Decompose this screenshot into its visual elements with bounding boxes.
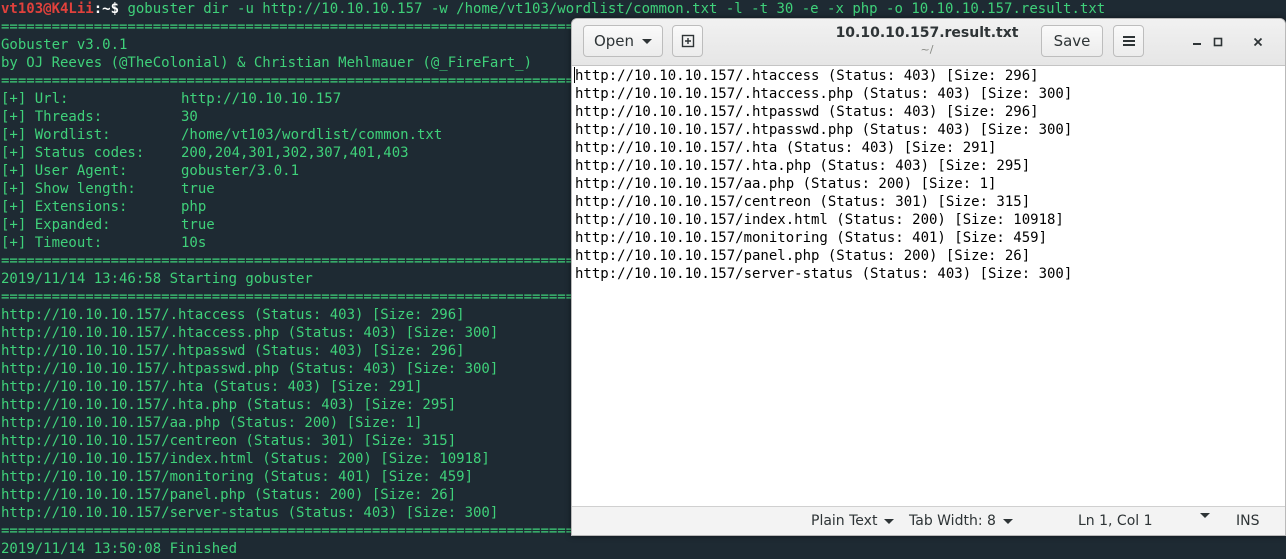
config-value: 30 — [181, 109, 198, 125]
config-value: 200,204,301,302,307,401,403 — [181, 145, 409, 161]
gedit-window[interactable]: Open 10.10.10.157.result.txt ~/ Save htt… — [571, 18, 1286, 536]
editor-line: http://10.10.10.157/server-status (Statu… — [575, 266, 1073, 282]
config-key: [+] Url: — [1, 91, 69, 107]
config-line: [+] Url: http://10.10.10.157 — [1, 90, 341, 108]
document-title: 10.10.10.157.result.txt — [835, 25, 1019, 41]
status-bar: Plain Text Tab Width: 8 Ln 1, Col 1 INS — [572, 506, 1285, 535]
result-line: http://10.10.10.157/.htpasswd.php (Statu… — [1, 361, 499, 377]
result-line: http://10.10.10.157/server-status (Statu… — [1, 505, 499, 521]
open-button[interactable]: Open — [583, 25, 663, 57]
open-label: Open — [593, 32, 635, 50]
language-label: Plain Text — [811, 513, 878, 529]
close-button[interactable] — [1248, 32, 1268, 52]
tab-width-selector[interactable]: Tab Width: 8 — [909, 513, 1013, 529]
maximize-icon — [1213, 37, 1223, 47]
minimize-button[interactable] — [1187, 32, 1207, 52]
editor-line: http://10.10.10.157/.htpasswd.php (Statu… — [575, 122, 1073, 138]
prompt-user: vt103@K4Lii — [1, 1, 94, 17]
prompt-line: vt103@K4Lii:~$ gobuster dir -u http://10… — [1, 0, 1105, 18]
result-line: http://10.10.10.157/index.html (Status: … — [1, 451, 490, 467]
config-value: http://10.10.10.157 — [181, 91, 342, 107]
result-line: http://10.10.10.157/monitoring (Status: … — [1, 469, 474, 485]
prompt-command: gobuster dir -u http://10.10.10.157 -w /… — [119, 1, 1106, 17]
result-line: http://10.10.10.157/aa.php (Status: 200)… — [1, 415, 423, 431]
result-line: http://10.10.10.157/.hta (Status: 403) [… — [1, 379, 423, 395]
config-line: [+] Show length: true — [1, 180, 215, 198]
close-icon — [1253, 37, 1263, 47]
editor-line: http://10.10.10.157/.hta.php (Status: 40… — [575, 158, 1031, 174]
config-value: /home/vt103/wordlist/common.txt — [181, 127, 443, 143]
save-button[interactable]: Save — [1041, 25, 1103, 57]
result-line: http://10.10.10.157/.htaccess.php (Statu… — [1, 325, 499, 341]
hamburger-menu-icon — [1122, 36, 1135, 46]
config-key: [+] User Agent: — [1, 163, 128, 179]
window-title-area: 10.10.10.157.result.txt ~/ — [782, 25, 1072, 56]
document-path: ~/ — [920, 43, 934, 56]
editor-line: http://10.10.10.157/.htpasswd (Status: 4… — [575, 104, 1039, 120]
config-key: [+] Wordlist: — [1, 127, 111, 143]
result-line: http://10.10.10.157/.htaccess (Status: 4… — [1, 307, 465, 323]
editor-line: http://10.10.10.157/centreon (Status: 30… — [575, 194, 1031, 210]
chevron-down-icon — [1200, 513, 1210, 518]
header-bar: Open 10.10.10.157.result.txt ~/ Save — [572, 19, 1285, 66]
config-line: [+] Wordlist: /home/vt103/wordlist/common… — [1, 126, 442, 144]
maximize-button[interactable] — [1208, 32, 1228, 52]
config-line: [+] Timeout: 10s — [1, 234, 206, 252]
config-key: [+] Extensions: — [1, 199, 128, 215]
chevron-down-icon — [1002, 518, 1013, 524]
editor-line: http://10.10.10.157/index.html (Status: … — [575, 212, 1064, 228]
insert-mode-indicator[interactable]: INS — [1236, 513, 1260, 529]
config-line: [+] Expanded: true — [1, 216, 215, 234]
result-line: http://10.10.10.157/panel.php (Status: 2… — [1, 487, 457, 503]
editor-line: http://10.10.10.157/panel.php (Status: 2… — [575, 248, 1031, 264]
cursor-position[interactable]: Ln 1, Col 1 — [1078, 513, 1153, 529]
start-line: 2019/11/14 13:46:58 Starting gobuster — [1, 271, 313, 287]
editor-line: http://10.10.10.157/monitoring (Status: … — [575, 230, 1048, 246]
config-value: gobuster/3.0.1 — [181, 163, 300, 179]
banner-line: Gobuster v3.0.1 — [1, 37, 128, 53]
editor-line: http://10.10.10.157/.hta (Status: 403) [… — [575, 140, 997, 156]
prompt-path: :~$ — [93, 1, 120, 17]
new-document-button[interactable] — [672, 25, 703, 57]
config-value: 10s — [181, 235, 207, 251]
config-value: true — [181, 217, 215, 233]
banner-line: by OJ Reeves (@TheColonial) & Christian … — [1, 55, 533, 71]
language-selector[interactable]: Plain Text — [811, 513, 895, 529]
config-line: [+] User Agent: gobuster/3.0.1 — [1, 162, 299, 180]
config-key: [+] Timeout: — [1, 235, 103, 251]
config-line: [+] Threads: 30 — [1, 108, 198, 126]
position-dropdown[interactable] — [1193, 513, 1210, 518]
config-key: [+] Threads: — [1, 109, 103, 125]
chevron-down-icon — [884, 518, 895, 524]
menu-button[interactable] — [1113, 25, 1144, 57]
editor-line: http://10.10.10.157/.htaccess.php (Statu… — [575, 86, 1073, 102]
config-line: [+] Status codes: 200,204,301,302,307,401… — [1, 144, 409, 162]
minimize-icon — [1193, 43, 1201, 45]
config-line: [+] Extensions: php — [1, 198, 206, 216]
editor-line: http://10.10.10.157/.htaccess (Status: 4… — [575, 68, 1039, 84]
new-document-icon — [681, 34, 694, 48]
result-line: http://10.10.10.157/.hta.php (Status: 40… — [1, 397, 457, 413]
text-editor-area[interactable]: http://10.10.10.157/.htaccess (Status: 4… — [572, 66, 1285, 506]
config-value: true — [181, 181, 215, 197]
finish-line: 2019/11/14 13:50:08 Finished — [1, 541, 238, 557]
tab-width-label: Tab Width: 8 — [909, 513, 996, 529]
editor-line: http://10.10.10.157/aa.php (Status: 200)… — [575, 176, 997, 192]
config-key: [+] Status codes: — [1, 145, 145, 161]
config-key: [+] Expanded: — [1, 217, 111, 233]
config-key: [+] Show length: — [1, 181, 136, 197]
result-line: http://10.10.10.157/centreon (Status: 30… — [1, 433, 457, 449]
result-line: http://10.10.10.157/.htpasswd (Status: 4… — [1, 343, 465, 359]
config-value: php — [181, 199, 207, 215]
chevron-down-icon — [642, 38, 653, 44]
